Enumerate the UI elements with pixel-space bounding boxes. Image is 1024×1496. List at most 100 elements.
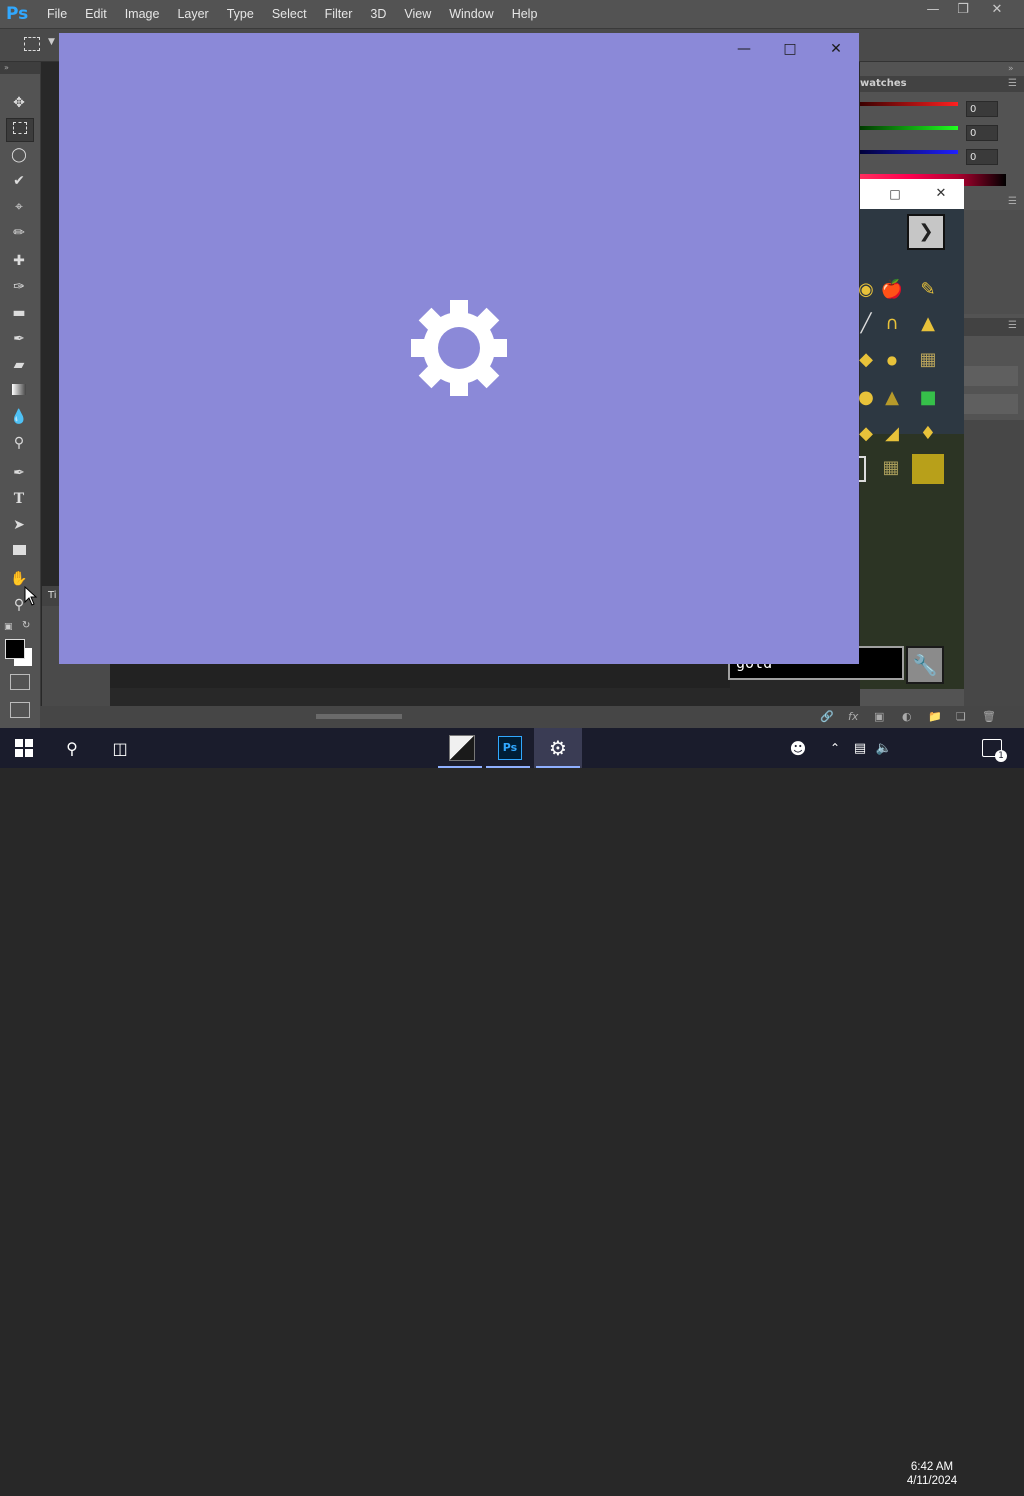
swap-colors-icon[interactable]: ↻ bbox=[22, 620, 30, 631]
type-tool-icon[interactable]: T bbox=[6, 488, 32, 510]
gradient-tool-icon[interactable] bbox=[6, 380, 32, 402]
maximize-icon[interactable]: □ bbox=[880, 182, 910, 206]
blend-mode-select[interactable] bbox=[964, 366, 1018, 386]
quick-selection-icon[interactable]: ✔ bbox=[6, 170, 32, 192]
lasso-tool-icon[interactable]: ◯ bbox=[6, 144, 32, 166]
maximize-button[interactable]: □ bbox=[767, 33, 813, 65]
menu-help[interactable]: Help bbox=[503, 0, 547, 28]
healing-brush-icon[interactable]: ✚ bbox=[6, 250, 32, 272]
golden-bell-item[interactable]: ▲ bbox=[878, 384, 906, 412]
fx-icon[interactable]: fx bbox=[848, 710, 858, 723]
menu-layer[interactable]: Layer bbox=[168, 0, 217, 28]
marquee-option-icon[interactable] bbox=[24, 37, 40, 51]
ps-restore-button[interactable]: ❐ bbox=[946, 0, 980, 20]
red-value[interactable]: 0 bbox=[966, 101, 998, 117]
ps-close-button[interactable]: ✕ bbox=[980, 0, 1014, 20]
layers-list bbox=[964, 420, 1024, 706]
menu-file[interactable]: File bbox=[38, 0, 76, 28]
gold-ore-item[interactable]: ▦ bbox=[914, 346, 942, 374]
menu-items: File Edit Image Layer Type Select Filter… bbox=[38, 0, 546, 28]
system-clock[interactable]: 6:42 AM 4/11/2024 bbox=[896, 1456, 968, 1496]
link-layers-icon[interactable]: 🔗 bbox=[820, 710, 834, 723]
history-brush-icon[interactable]: ✒ bbox=[6, 328, 32, 350]
menu-view[interactable]: View bbox=[395, 0, 440, 28]
rectangle-tool-icon[interactable] bbox=[6, 540, 32, 562]
default-colors-icon[interactable]: ▣ bbox=[4, 622, 13, 632]
zoom-slider[interactable] bbox=[316, 714, 402, 719]
next-page-button[interactable]: ❯ bbox=[907, 214, 945, 250]
opacity-select[interactable] bbox=[964, 394, 1018, 414]
red-slider[interactable] bbox=[860, 102, 958, 106]
blur-tool-icon[interactable]: 💧 bbox=[6, 406, 32, 428]
golden-chest-item[interactable]: ▦ bbox=[876, 454, 906, 484]
dodge-tool-icon[interactable]: ⚲ bbox=[6, 432, 32, 454]
foreground-color-swatch[interactable] bbox=[5, 639, 25, 659]
golden-boots-item[interactable]: ◢ bbox=[878, 420, 906, 448]
menu-edit[interactable]: Edit bbox=[76, 0, 116, 28]
swatches-panel-title[interactable]: watches bbox=[860, 76, 1024, 92]
golden-apple-item[interactable]: 🍎 bbox=[878, 276, 906, 304]
green-value[interactable]: 0 bbox=[966, 125, 998, 141]
eraser-tool-icon[interactable]: ▰ bbox=[6, 354, 32, 376]
stamp-tool-icon[interactable]: ▬ bbox=[6, 302, 32, 324]
green-slider[interactable] bbox=[860, 126, 958, 130]
crop-tool-icon[interactable]: ⌖ bbox=[6, 196, 32, 218]
ps-minimize-button[interactable]: — bbox=[916, 0, 950, 20]
photoshop-taskbar-button[interactable]: Ps bbox=[486, 728, 534, 768]
blue-value[interactable]: 0 bbox=[966, 149, 998, 165]
menu-3d[interactable]: 3D bbox=[361, 0, 395, 28]
action-center-button[interactable]: 1 bbox=[972, 728, 1012, 768]
golden-helmet-item[interactable]: ∩ bbox=[878, 310, 906, 338]
hotbar-strip bbox=[110, 664, 730, 688]
new-layer-icon[interactable]: ❏ bbox=[956, 710, 966, 723]
add-mask-icon[interactable]: ▣ bbox=[874, 710, 884, 723]
quick-mask-icon[interactable] bbox=[10, 674, 30, 690]
marquee-tool-icon[interactable] bbox=[6, 118, 34, 142]
screen-mode-icon[interactable] bbox=[10, 702, 30, 718]
close-button[interactable]: ✕ bbox=[813, 33, 859, 65]
settings-gear-icon bbox=[411, 300, 507, 396]
panel-menu-icon[interactable]: ☰ bbox=[1008, 196, 1017, 207]
panel-menu-icon[interactable]: ☰ bbox=[1008, 320, 1017, 331]
start-button[interactable] bbox=[0, 728, 48, 768]
brush-tool-icon[interactable]: ✑ bbox=[6, 276, 32, 298]
gold-nugget-item[interactable]: ● bbox=[878, 346, 906, 374]
golden-axe-item[interactable]: ♦ bbox=[914, 420, 942, 448]
chevron-down-icon[interactable]: ▼ bbox=[48, 37, 55, 47]
golden-chestplate-item[interactable]: ▲ bbox=[914, 310, 942, 338]
menu-filter[interactable]: Filter bbox=[316, 0, 362, 28]
path-selection-icon[interactable]: ➤ bbox=[6, 514, 32, 536]
wrench-icon[interactable]: 🔧 bbox=[906, 646, 944, 684]
eyedropper-icon[interactable]: ✏ bbox=[6, 222, 32, 244]
search-icon[interactable]: ⚲ bbox=[48, 728, 96, 768]
move-tool-icon[interactable]: ✥ bbox=[6, 92, 32, 114]
clock-time: 6:42 AM bbox=[910, 1461, 954, 1473]
photoshop-menubar: Ps File Edit Image Layer Type Select Fil… bbox=[0, 0, 1024, 29]
close-icon[interactable]: ✕ bbox=[926, 182, 956, 206]
network-icon[interactable]: ▤ bbox=[848, 728, 872, 768]
task-view-icon[interactable]: ◫ bbox=[96, 728, 144, 768]
trash-icon[interactable]: 🗑 bbox=[982, 710, 996, 723]
blue-slider[interactable] bbox=[860, 150, 958, 154]
settings-taskbar-button[interactable]: ⚙ bbox=[534, 728, 582, 768]
people-icon[interactable]: ☻ bbox=[778, 728, 818, 768]
green-block-item[interactable]: ■ bbox=[914, 384, 942, 412]
adjustment-layer-icon[interactable]: ◐ bbox=[902, 710, 912, 723]
gold-block-item[interactable] bbox=[912, 454, 944, 484]
tools-panel: » ✥ ◯ ✔ ⌖ ✏ ✚ ✑ ▬ ✒ ▰ 💧 ⚲ ✒ T ➤ ✋ ⚲ ▣ ↻ bbox=[0, 62, 41, 728]
panel-collapse-icon[interactable]: » bbox=[1008, 64, 1014, 74]
chevron-up-icon[interactable]: ⌃ bbox=[818, 728, 852, 768]
minimize-button[interactable]: — bbox=[721, 33, 767, 65]
collapse-icon[interactable]: » bbox=[0, 62, 40, 74]
folder-icon[interactable]: 📁 bbox=[928, 710, 942, 723]
panel-menu-icon[interactable]: ☰ bbox=[1008, 78, 1017, 89]
volume-muted-icon[interactable]: 🔈 bbox=[872, 728, 896, 768]
minecraft-launcher-icon[interactable] bbox=[438, 728, 486, 768]
menu-image[interactable]: Image bbox=[116, 0, 169, 28]
menu-window[interactable]: Window bbox=[440, 0, 502, 28]
gear-icon: ⚙ bbox=[549, 736, 567, 760]
menu-type[interactable]: Type bbox=[218, 0, 263, 28]
menu-select[interactable]: Select bbox=[263, 0, 316, 28]
golden-sword-item[interactable]: ✎ bbox=[914, 276, 942, 304]
pen-tool-icon[interactable]: ✒ bbox=[6, 462, 32, 484]
